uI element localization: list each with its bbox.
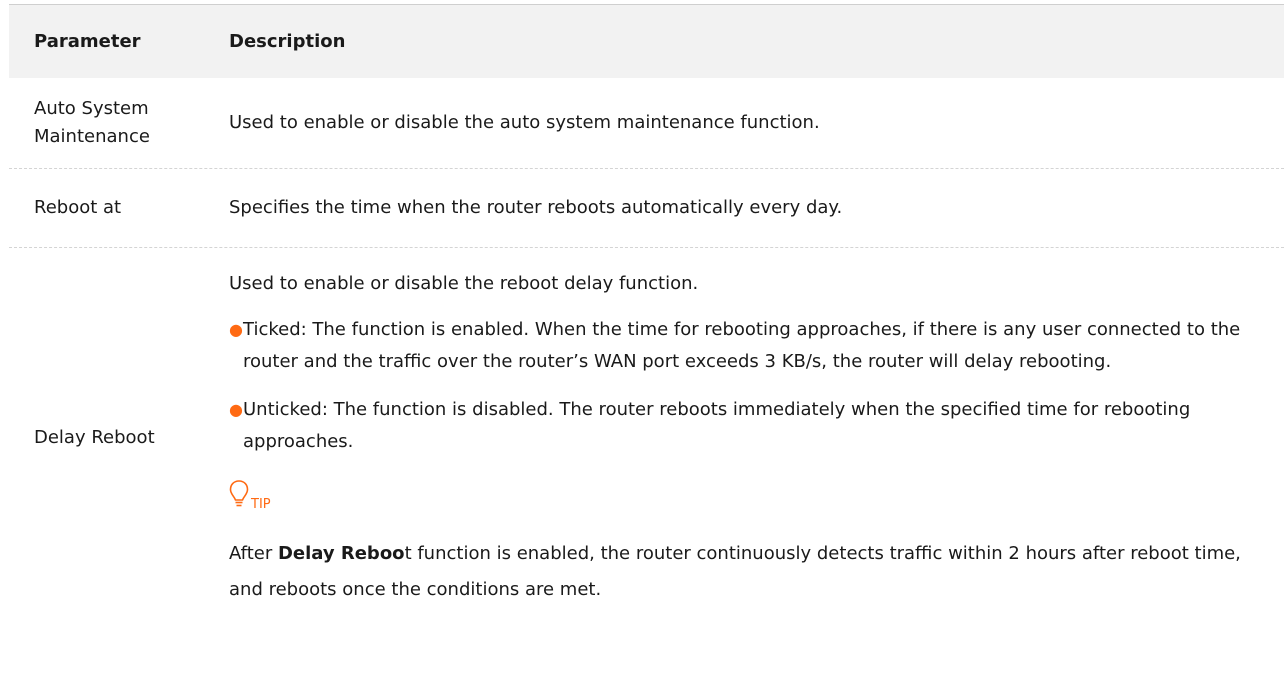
tip-note: After Delay Reboot function is enabled, … (229, 543, 1241, 600)
bullet-icon: ● (229, 400, 243, 419)
table-row: Delay Reboot Used to enable or disable t… (9, 248, 1284, 668)
list-item: ● Unticked: The function is disabled. Th… (229, 394, 1284, 458)
param-description: Used to enable or disable the auto syste… (229, 112, 820, 133)
param-description: Specifies the time when the router reboo… (229, 197, 843, 218)
bullet-text: Ticked: The function is enabled. When th… (243, 319, 1241, 372)
lightbulb-icon (229, 479, 249, 514)
tip-callout: TIP (229, 480, 1284, 514)
param-name: Auto System Maintenance (34, 98, 150, 147)
bullet-icon: ● (229, 320, 243, 339)
table-row: Reboot at Specifies the time when the ro… (9, 169, 1284, 248)
table-row: Auto System Maintenance Used to enable o… (9, 78, 1284, 169)
table-header: Parameter Description (9, 4, 1284, 78)
parameter-table: Parameter Description Auto System Mainte… (9, 4, 1284, 668)
param-name: Reboot at (34, 197, 122, 218)
tip-label: TIP (251, 497, 271, 512)
param-name: Delay Reboot (34, 427, 155, 448)
header-parameter: Parameter (34, 31, 141, 52)
param-description: Used to enable or disable the reboot del… (229, 273, 699, 294)
header-description: Description (229, 31, 346, 52)
bullet-text: Unticked: The function is disabled. The … (243, 399, 1191, 452)
list-item: ● Ticked: The function is enabled. When … (229, 314, 1284, 378)
